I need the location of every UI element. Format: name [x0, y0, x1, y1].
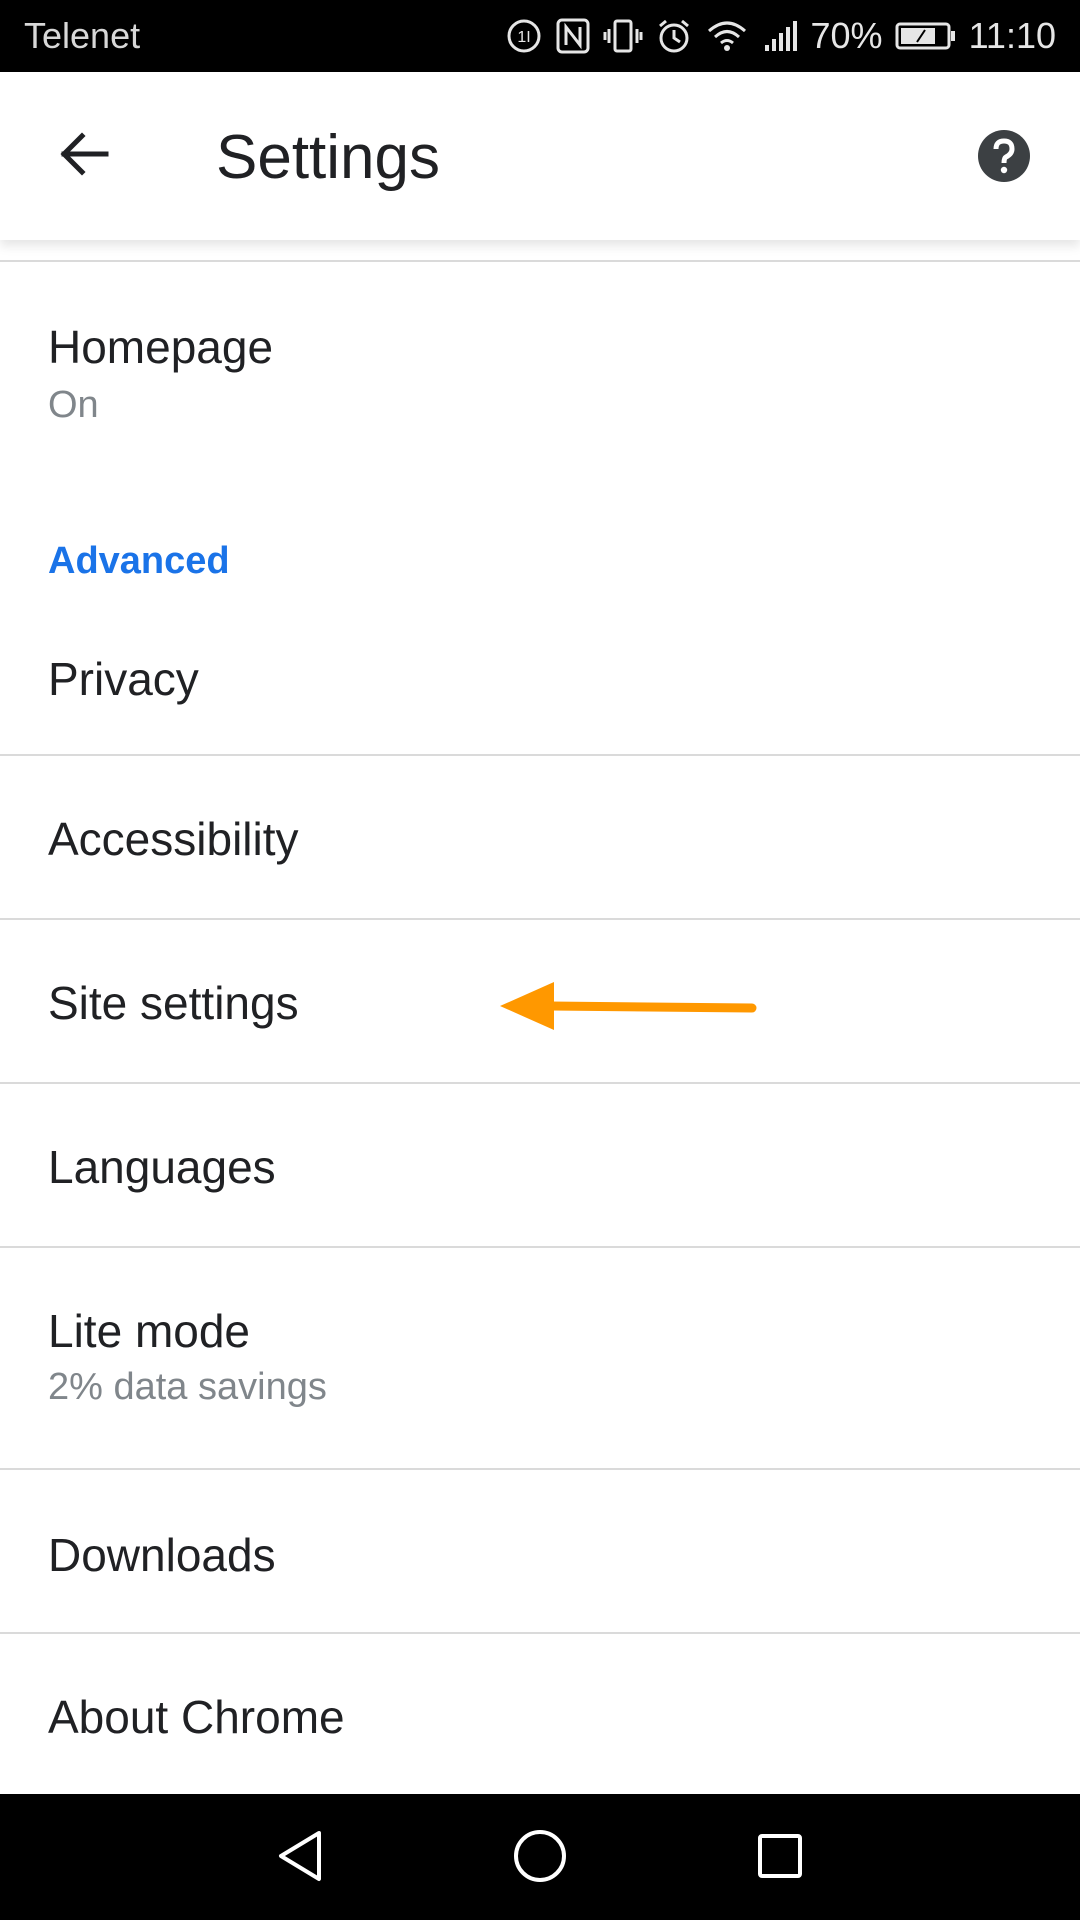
languages-label: Languages: [48, 1141, 276, 1193]
about-chrome-label: About Chrome: [48, 1691, 345, 1743]
back-triangle-icon: [275, 1829, 325, 1888]
wifi-icon: [705, 17, 749, 55]
setting-lite-mode[interactable]: Lite mode 2% data savings: [0, 1248, 1080, 1468]
page-title: Settings: [216, 123, 441, 192]
svg-text:1I: 1I: [517, 29, 530, 46]
clock: 11:10: [968, 15, 1056, 56]
alarm-icon: [655, 17, 693, 55]
battery-icon: [895, 21, 957, 51]
setting-downloads[interactable]: Downloads: [0, 1470, 1080, 1632]
lite-mode-status: 2% data savings: [48, 1366, 327, 1408]
site-settings-label: Site settings: [48, 977, 299, 1029]
accessibility-label: Accessibility: [48, 813, 299, 865]
setting-about-chrome[interactable]: About Chrome: [0, 1634, 1080, 1794]
homepage-status: On: [48, 384, 99, 426]
data-saver-icon: 1I: [505, 17, 543, 55]
home-circle-icon: [512, 1828, 568, 1889]
nav-recents-button[interactable]: [750, 1828, 810, 1888]
nav-back-button[interactable]: [270, 1828, 330, 1888]
nfc-icon: [555, 17, 591, 55]
setting-privacy[interactable]: Privacy: [0, 620, 1080, 754]
carrier-name: Telenet: [24, 15, 141, 56]
recents-square-icon: [755, 1831, 805, 1886]
screen: Telenet 1I 70% 11:10 Settings Homepage O…: [0, 0, 1080, 1920]
navigation-bar: [0, 1794, 1080, 1920]
help-button[interactable]: [976, 128, 1032, 184]
status-icons: 1I 70% 11:10: [505, 15, 1056, 57]
vibrate-icon: [603, 17, 643, 55]
battery-percent: 70%: [810, 15, 883, 56]
setting-languages[interactable]: Languages: [0, 1084, 1080, 1246]
status-bar: Telenet 1I 70% 11:10: [0, 0, 1080, 72]
signal-icon: [761, 17, 799, 55]
setting-accessibility[interactable]: Accessibility: [0, 756, 1080, 918]
lite-mode-label: Lite mode: [48, 1305, 251, 1357]
privacy-label: Privacy: [48, 653, 199, 705]
left-arrow-annotation: [500, 980, 760, 1037]
advanced-section-header: Advanced: [48, 540, 230, 582]
back-button[interactable]: [48, 120, 120, 192]
back-arrow-icon: [56, 130, 112, 183]
app-bar: Settings: [0, 72, 1080, 240]
nav-home-button[interactable]: [510, 1828, 570, 1888]
downloads-label: Downloads: [48, 1529, 276, 1581]
help-icon: [976, 130, 1032, 188]
setting-homepage[interactable]: Homepage On: [0, 262, 1080, 472]
homepage-label: Homepage: [48, 321, 274, 373]
